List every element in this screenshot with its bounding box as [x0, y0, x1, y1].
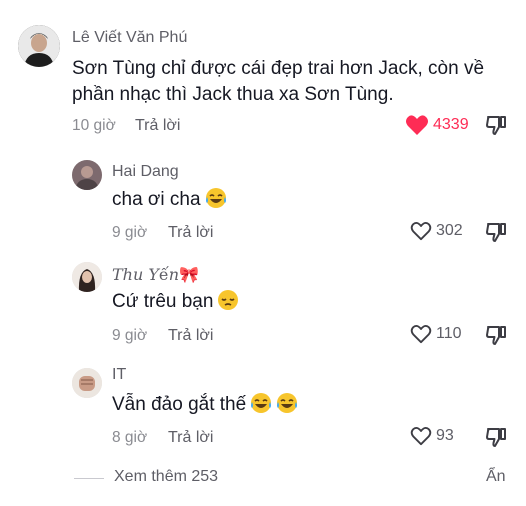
like-count: 93 [436, 427, 454, 444]
reply-text-content: Vẫn đảo gắt thế [112, 394, 247, 415]
avatar[interactable] [18, 25, 60, 67]
view-more-replies-button[interactable]: Xem thêm 253 [114, 468, 218, 486]
dislike-button[interactable] [485, 114, 507, 136]
dislike-button[interactable] [485, 221, 507, 243]
like-count: 4339 [433, 116, 469, 133]
dislike-button[interactable] [485, 324, 507, 346]
reply-button[interactable]: Trả lời [135, 117, 180, 135]
like-count: 110 [436, 325, 462, 342]
reply-author[interactable]: Hai Dang [112, 163, 179, 181]
reply-time: 8 giờ [112, 429, 148, 446]
comment-text-line1: Sơn Tùng chỉ được cái đẹp trai hơn Jack,… [72, 58, 485, 79]
tears-of-joy-emoji [251, 393, 272, 413]
divider-line [74, 478, 104, 479]
reply-text: cha ơi cha [112, 185, 227, 214]
reply-time: 9 giờ [112, 224, 148, 241]
avatar[interactable] [72, 262, 102, 292]
avatar-image [72, 368, 102, 398]
reply-text: Cứ trêu bạn [112, 287, 239, 316]
thumbs-down-icon [486, 223, 506, 242]
comment-item: Lê Viết Văn Phú Sơn Tùng chỉ được cái đẹ… [0, 0, 526, 150]
comment-time: 10 giờ [72, 117, 116, 134]
avatar-image [18, 25, 60, 67]
like-button[interactable]: 110 [410, 324, 462, 344]
replies-footer: Xem thêm 253 Ẩn [0, 462, 526, 494]
dislike-button[interactable] [485, 426, 507, 448]
reply-button[interactable]: Trả lời [168, 327, 213, 345]
comment-author[interactable]: Lê Viết Văn Phú [72, 29, 187, 47]
avatar-image [72, 160, 102, 190]
reply-text-content: cha ơi cha [112, 189, 201, 210]
tears-of-joy-emoji [277, 393, 298, 413]
thumbs-down-icon [486, 116, 506, 135]
hide-replies-button[interactable]: Ẩn [486, 468, 506, 486]
heart-outline-icon [410, 222, 432, 241]
reply-author[interactable]: 𝑇ℎ𝑢 𝑌ế𝑛🎀 [112, 265, 199, 284]
thumbs-down-icon [486, 428, 506, 447]
comment-text-line2: phần nhạc thì Jack thua xa Sơn Tùng. [72, 84, 394, 105]
tears-of-joy-emoji [205, 188, 226, 208]
like-button[interactable]: 4339 [405, 114, 469, 136]
thumbs-down-icon [486, 326, 506, 345]
heart-outline-icon [410, 325, 432, 344]
reply-author[interactable]: IT [112, 366, 126, 384]
reply-text-content: Cứ trêu bạn [112, 291, 214, 312]
heart-outline-icon [410, 427, 432, 446]
reply-item: 𝑇ℎ𝑢 𝑌ế𝑛🎀 Cứ trêu bạn 9 giờ Trả lời 110 [0, 250, 526, 353]
heart-filled-icon [406, 115, 428, 135]
reply-item: Hai Dang cha ơi cha 9 giờ Trả lời 302 [0, 150, 526, 250]
pensive-face-emoji [218, 290, 239, 310]
like-count: 302 [436, 222, 463, 239]
avatar-image [72, 262, 102, 292]
reply-button[interactable]: Trả lời [168, 429, 213, 447]
reply-time: 9 giờ [112, 327, 148, 344]
reply-text: Vẫn đảo gắt thế [112, 390, 298, 419]
avatar[interactable] [72, 368, 102, 398]
avatar[interactable] [72, 160, 102, 190]
reply-item: IT Vẫn đảo gắt thế 8 giờ Trả lời 93 [0, 353, 526, 458]
like-button[interactable]: 93 [410, 426, 454, 446]
reply-button[interactable]: Trả lời [168, 224, 213, 242]
like-button[interactable]: 302 [410, 221, 463, 241]
